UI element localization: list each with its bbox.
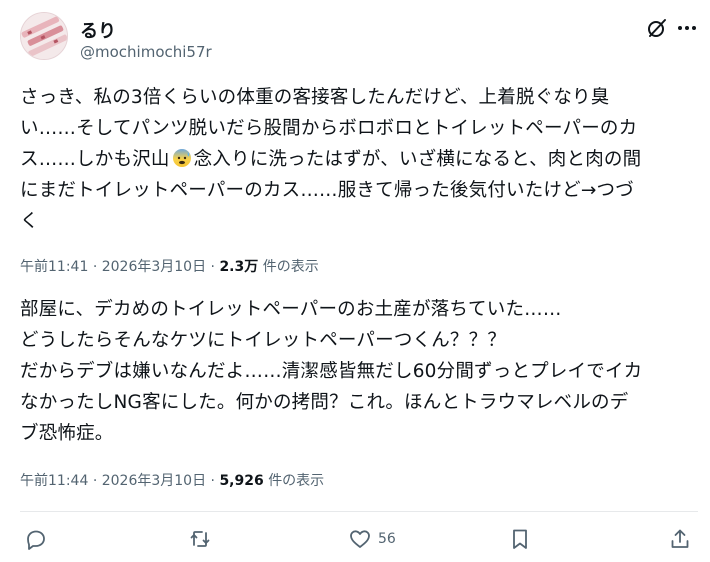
like-button[interactable]: 56 (348, 524, 396, 554)
more-options-icon[interactable] (675, 18, 699, 38)
post-line-segment: 念入りに洗ったはずが、いざ横になると、肉と肉の間 (193, 149, 642, 170)
post-line: だからデブは嫌いなんだよ……清潔感皆無だし60分間ずっとプレイでイカ (20, 361, 643, 382)
meta-separator: · (210, 259, 215, 275)
view-count[interactable]: 2.3万 (219, 259, 258, 275)
reply-icon (27, 530, 45, 550)
avatar-image (21, 13, 67, 59)
reply-button[interactable] (24, 524, 54, 554)
heart-icon (350, 530, 370, 548)
bookmark-icon (513, 529, 527, 549)
post-header: るり @mochimochi57r (20, 12, 700, 64)
post-line: ス……しかも沢山 念入りに洗ったはずが、いざ横になると、肉と肉の間 (20, 144, 680, 175)
post-meta-1: 午前11:41 · 2026年3月10日 · 2.3万 件の表示 (20, 256, 319, 276)
post-date[interactable]: 2026年3月10日 (102, 473, 206, 489)
post-line: どうしたらそんなケツにトイレットペーパーつくん？？？ (20, 330, 507, 351)
post-meta-2: 午前11:44 · 2026年3月10日 · 5,926 件の表示 (20, 470, 324, 490)
post-line: く (20, 211, 39, 232)
post-line: い……そしてパンツ脱いだら股間からボロボロとトイレットペーパーのカ (20, 118, 638, 139)
post-line: ブ恐怖症。 (20, 423, 114, 444)
post-line-segment: ス……しかも沢山 (20, 149, 170, 170)
like-count: 56 (378, 531, 396, 547)
view-count[interactable]: 5,926 (219, 473, 263, 489)
display-name[interactable]: るり (80, 17, 116, 43)
post-body-2: 部屋に、デカめのトイレットペーパーのお土産が落ちていた…… どうしたらそんなケツ… (20, 294, 680, 449)
post-time[interactable]: 午前11:41 (20, 259, 88, 275)
post-line: さっき、私の3倍くらいの体重の客接客したんだけど、上着脱ぐなり臭 (20, 87, 610, 108)
post-body-1: さっき、私の3倍くらいの体重の客接客したんだけど、上着脱ぐなり臭 い……そしてパ… (20, 82, 680, 237)
meta-separator: · (92, 473, 98, 489)
avatar[interactable] (20, 12, 68, 60)
share-button[interactable] (668, 524, 692, 554)
post-line: 部屋に、デカめのトイレットペーパーのお土産が落ちていた…… (20, 299, 562, 320)
repost-button[interactable] (188, 524, 218, 554)
post-time[interactable]: 午前11:44 (20, 473, 88, 489)
share-icon (671, 529, 689, 548)
divider (20, 511, 698, 512)
user-handle[interactable]: @mochimochi57r (80, 43, 212, 61)
meta-separator: · (92, 259, 98, 275)
grok-icon[interactable] (645, 16, 669, 40)
action-bar: 56 (20, 524, 698, 554)
view-label: 件の表示 (268, 473, 325, 489)
meta-separator: · (210, 473, 215, 489)
post-date[interactable]: 2026年3月10日 (102, 259, 206, 275)
post-line: にまだトイレットペーパーのカス……服きて帰った後気付いたけど→つづ (20, 180, 634, 201)
post-line: なかったしNG客にした。何かの拷問？これ。ほんとトラウマレベルのデ (20, 392, 629, 413)
repost-icon (190, 531, 210, 547)
view-label: 件の表示 (262, 259, 319, 275)
anxious-face-with-sweat-emoji (172, 149, 191, 167)
bookmark-button[interactable] (508, 524, 532, 554)
